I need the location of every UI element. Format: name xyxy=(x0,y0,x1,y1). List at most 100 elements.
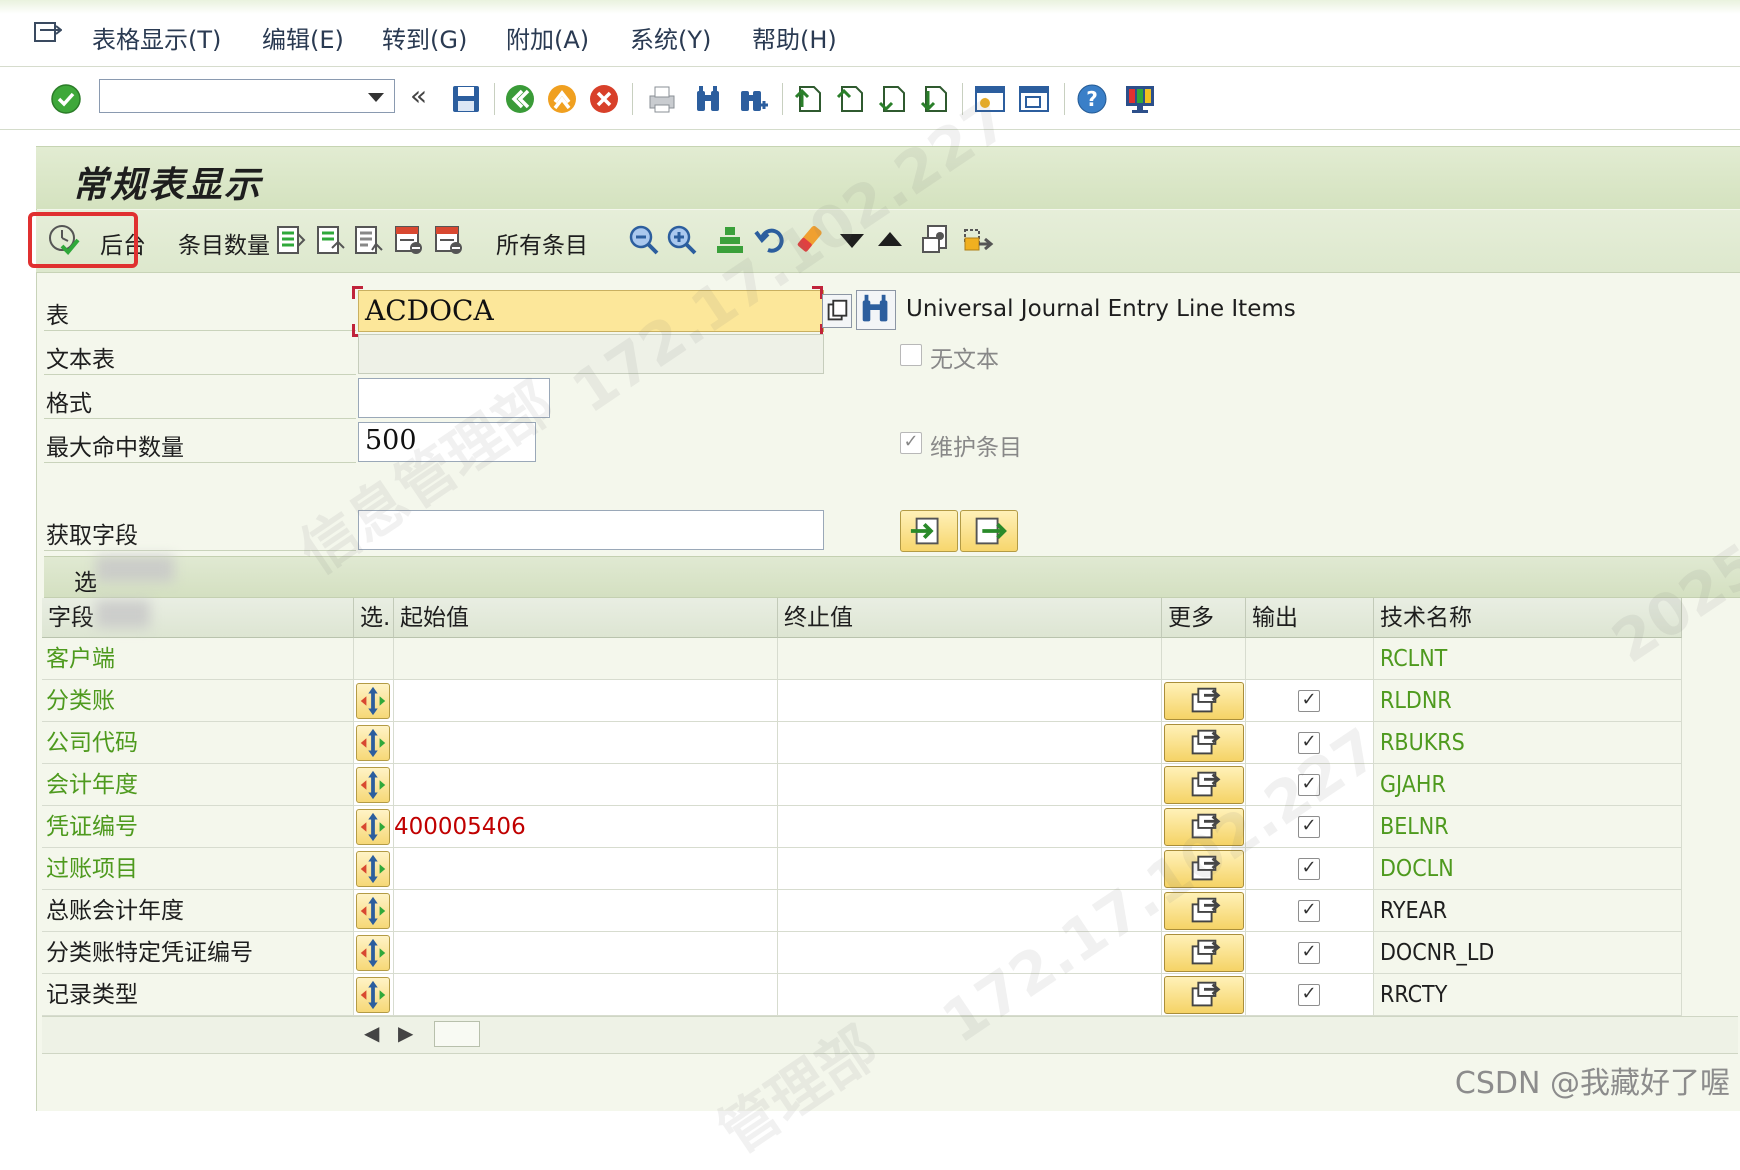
multiple-selection-button[interactable] xyxy=(1164,976,1244,1014)
first-page-icon[interactable] xyxy=(792,83,824,115)
multiple-selection-button[interactable] xyxy=(1164,682,1244,720)
dropdown-arrow-icon[interactable] xyxy=(368,93,384,102)
enter-check-icon[interactable] xyxy=(50,83,82,115)
selection-option-icon[interactable] xyxy=(356,977,390,1013)
menu-help[interactable]: 帮助(H) xyxy=(752,20,837,55)
column-header-output[interactable]: 输出 xyxy=(1246,598,1374,638)
output-checkbox[interactable]: ✓ xyxy=(1298,900,1320,922)
column-header-from[interactable]: 起始值 xyxy=(394,598,778,638)
selection-option-icon[interactable] xyxy=(356,893,390,929)
exit-icon[interactable] xyxy=(546,83,578,115)
table-row: 分类账特定凭证编号 ✓ DOCNR_LD xyxy=(42,932,1682,974)
to-value-input[interactable] xyxy=(778,764,1162,806)
next-page-icon[interactable] xyxy=(876,83,908,115)
menu-edit[interactable]: 编辑(E) xyxy=(262,20,344,55)
menu-system[interactable]: 系统(Y) xyxy=(630,20,711,55)
column-header-to[interactable]: 终止值 xyxy=(778,598,1162,638)
find-next-icon[interactable] xyxy=(736,83,768,115)
menu-table-display[interactable]: 表格显示(T) xyxy=(92,20,221,55)
from-value-input[interactable] xyxy=(394,680,778,722)
field-label: 分类账特定凭证编号 xyxy=(42,932,354,974)
output-checkbox[interactable]: ✓ xyxy=(1298,984,1320,1006)
toolbar-separator xyxy=(632,83,633,115)
choose-fields-icon[interactable] xyxy=(352,224,384,256)
selection-option-icon[interactable] xyxy=(356,767,390,803)
selection-option-icon[interactable] xyxy=(356,683,390,719)
table-label: 表 xyxy=(46,303,69,329)
from-value-input[interactable]: 400005406 xyxy=(394,806,778,848)
previous-page-icon[interactable] xyxy=(834,83,866,115)
to-value-input[interactable] xyxy=(778,722,1162,764)
multiple-selection-button[interactable] xyxy=(1164,934,1244,972)
back-icon[interactable] xyxy=(504,83,536,115)
table-lookup-icon[interactable] xyxy=(856,290,896,330)
from-value-input[interactable] xyxy=(394,974,778,1016)
print-icon[interactable] xyxy=(646,83,678,115)
menu-extras[interactable]: 附加(A) xyxy=(506,20,589,55)
export-fields-icon[interactable] xyxy=(960,510,1018,552)
cancel-icon[interactable] xyxy=(588,83,620,115)
column-header-field[interactable]: 字段 xyxy=(42,598,354,638)
no-text-checkbox[interactable] xyxy=(900,344,922,366)
delete-row-icon[interactable] xyxy=(392,224,424,256)
output-checkbox[interactable]: ✓ xyxy=(1298,858,1320,880)
from-value-input[interactable] xyxy=(394,932,778,974)
column-header-select[interactable]: 选. xyxy=(354,598,394,638)
table-layout-icon[interactable] xyxy=(314,224,346,256)
zoom-out-icon[interactable] xyxy=(628,224,660,256)
to-value-input[interactable] xyxy=(778,680,1162,722)
find-icon[interactable] xyxy=(692,83,724,115)
from-value-input[interactable] xyxy=(394,848,778,890)
menu-exit-icon[interactable] xyxy=(34,22,62,44)
from-value-input[interactable] xyxy=(394,890,778,932)
tech-name: RBUKRS xyxy=(1374,722,1682,764)
more-cell xyxy=(1162,680,1246,722)
output-checkbox[interactable]: ✓ xyxy=(1298,942,1320,964)
field-label: 记录类型 xyxy=(42,974,354,1016)
highlight-box xyxy=(28,212,138,268)
generate-shortcut-icon[interactable] xyxy=(1018,83,1050,115)
table-contents-icon[interactable] xyxy=(274,224,306,256)
selection-option-icon[interactable] xyxy=(356,935,390,971)
all-entries-button-label[interactable]: 所有条目 xyxy=(496,226,588,260)
column-header-more[interactable]: 更多 xyxy=(1162,598,1246,638)
customize-layout-icon[interactable] xyxy=(1124,83,1156,115)
help-icon[interactable]: ? xyxy=(1076,83,1108,115)
tech-name: RLDNR xyxy=(1374,680,1682,722)
selection-section-header: 选 xyxy=(44,556,1740,598)
all-entries-icon[interactable] xyxy=(432,224,464,256)
divider xyxy=(44,330,356,331)
blur-mask xyxy=(96,600,150,628)
selection-option-icon[interactable] xyxy=(356,725,390,761)
command-field[interactable] xyxy=(99,79,395,113)
scroll-left-icon[interactable]: ◀ xyxy=(364,1021,379,1045)
scroll-thumb[interactable] xyxy=(434,1021,480,1047)
maintain-entries-checkbox[interactable]: ✓ xyxy=(900,432,922,454)
output-checkbox[interactable]: ✓ xyxy=(1298,690,1320,712)
selection-option-icon[interactable] xyxy=(356,851,390,887)
selection-options-icon[interactable] xyxy=(920,224,952,256)
save-icon[interactable] xyxy=(450,83,482,115)
page-title: 常规表显示 xyxy=(72,164,263,206)
standard-toolbar: « ? xyxy=(0,67,1740,130)
zoom-in-icon[interactable] xyxy=(666,224,698,256)
entry-count-button[interactable]: 条目数量 xyxy=(178,226,270,260)
divider xyxy=(44,462,356,463)
multiple-selection-button[interactable] xyxy=(1164,724,1244,762)
output-cell: ✓ xyxy=(1246,680,1374,722)
to-value-input[interactable] xyxy=(778,806,1162,848)
table-row: 总账会计年度 ✓ RYEAR xyxy=(42,890,1682,932)
scroll-right-icon[interactable]: ▶ xyxy=(398,1021,413,1045)
collapse-chevron-icon[interactable]: « xyxy=(410,79,427,112)
from-value-input[interactable] xyxy=(394,722,778,764)
copy-icon[interactable] xyxy=(822,294,852,328)
table-row: 凭证编号 400005406 ✓ BELNR xyxy=(42,806,1682,848)
output-cell: ✓ xyxy=(1246,932,1374,974)
from-value-input[interactable] xyxy=(394,764,778,806)
selection-option-icon[interactable] xyxy=(356,809,390,845)
import-fields-icon[interactable] xyxy=(900,510,958,552)
divider xyxy=(44,418,356,419)
menu-goto[interactable]: 转到(G) xyxy=(382,20,467,55)
horizontal-scrollbar[interactable]: ◀ ▶ xyxy=(42,1016,1738,1054)
transfer-icon[interactable] xyxy=(962,224,994,256)
